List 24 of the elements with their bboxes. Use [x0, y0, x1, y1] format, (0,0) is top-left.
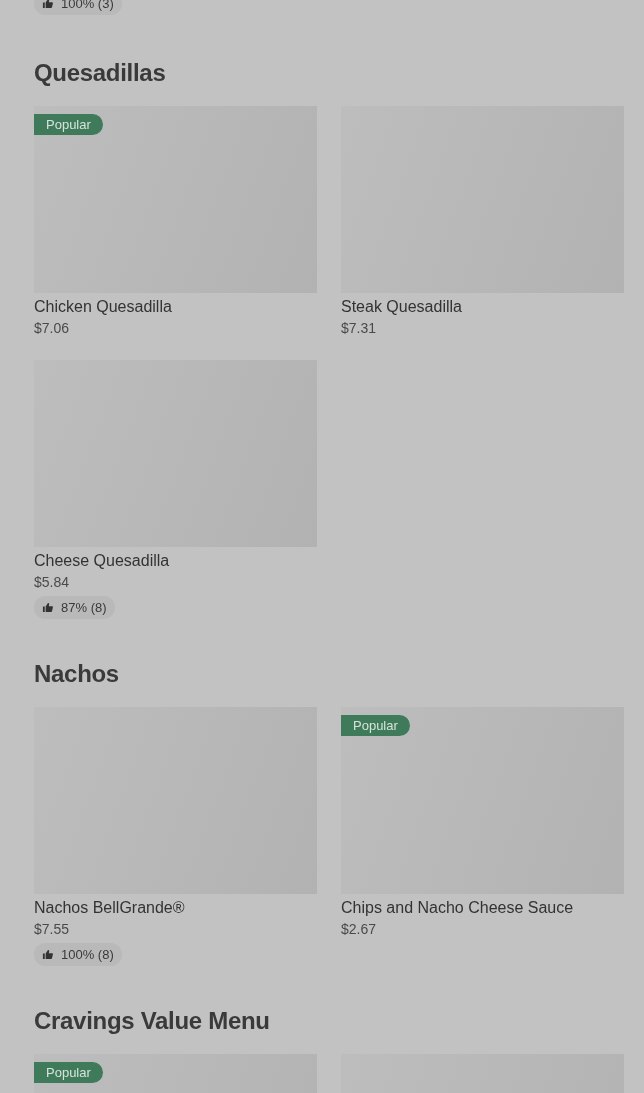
section-heading: Nachos: [34, 659, 120, 689]
section-heading: Cravings Value Menu: [34, 1006, 271, 1036]
rating-badge: 100% (8): [34, 943, 122, 966]
item-name[interactable]: Chips and Nacho Cheese Sauce: [341, 898, 624, 918]
item-name[interactable]: Cheese Quesadilla: [34, 551, 317, 571]
popular-badge: Popular: [34, 1062, 103, 1083]
item-name[interactable]: Steak Quesadilla: [341, 297, 624, 317]
rating-badge: 87% (8): [34, 596, 115, 619]
thumbs-up-icon: [42, 0, 53, 9]
section-heading: Quesadillas: [34, 58, 167, 88]
item-name[interactable]: Chicken Quesadilla: [34, 297, 317, 317]
image-placeholder[interactable]: Popular: [34, 1054, 317, 1093]
item-price: $7.55: [34, 921, 71, 937]
item-name[interactable]: Nachos BellGrande®: [34, 898, 317, 918]
thumbs-up-icon: [42, 602, 53, 613]
item-price: $7.06: [34, 320, 71, 336]
item-price: $7.31: [341, 320, 378, 336]
thumbs-up-icon: [42, 949, 53, 960]
popular-badge: Popular: [341, 715, 410, 736]
popular-badge: Popular: [34, 114, 103, 135]
image-placeholder[interactable]: Popular: [341, 707, 624, 894]
item-price: $5.84: [34, 574, 71, 590]
item-price: $2.67: [341, 921, 378, 937]
image-placeholder[interactable]: Popular: [34, 106, 317, 293]
